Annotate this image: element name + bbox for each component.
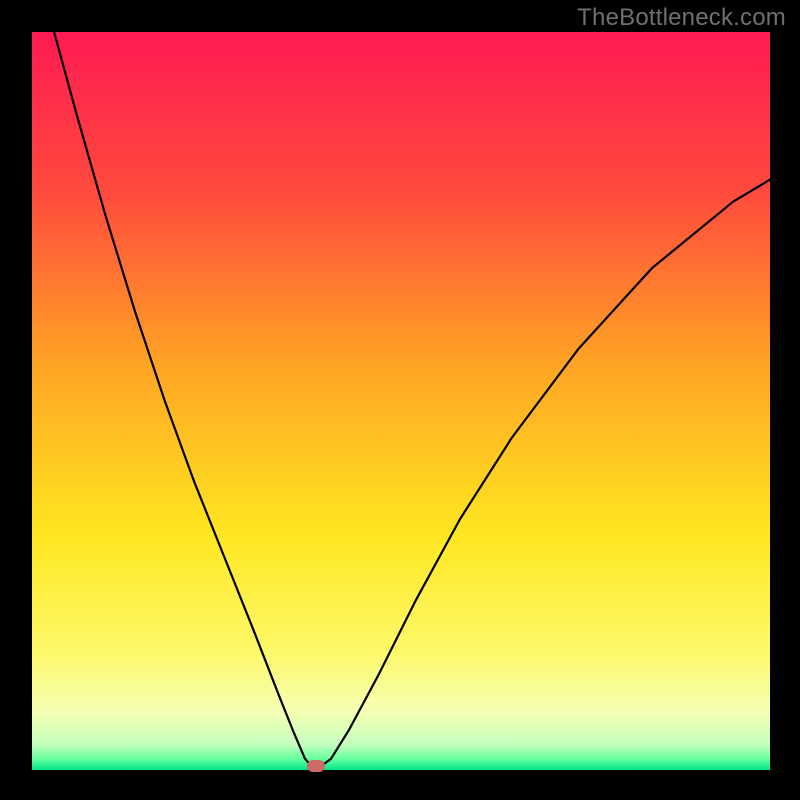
plot-area — [32, 32, 770, 770]
chart-stage: TheBottleneck.com — [0, 0, 800, 800]
optimum-marker — [307, 760, 325, 772]
bottleneck-curve — [32, 32, 770, 770]
watermark-text: TheBottleneck.com — [577, 4, 786, 32]
